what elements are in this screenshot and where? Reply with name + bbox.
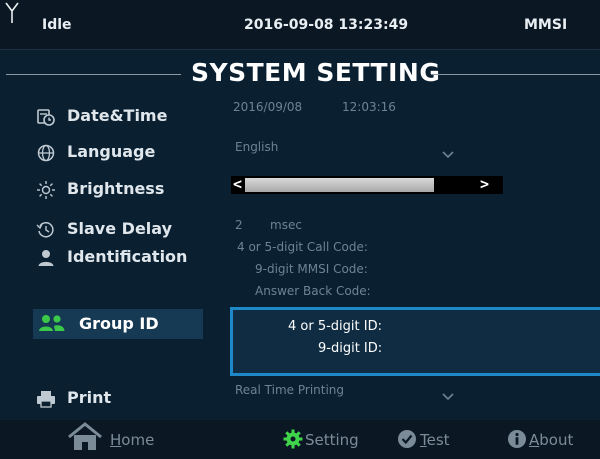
sun-icon (36, 180, 56, 200)
slave-delay-value[interactable]: 2 (235, 218, 243, 232)
menu-label-language: Language (67, 142, 156, 161)
person-icon (36, 248, 56, 268)
check-circle-icon (397, 429, 417, 453)
time-value[interactable]: 12:03:16 (342, 100, 396, 114)
title-row: SYSTEM SETTING (0, 56, 600, 92)
history-icon (36, 220, 56, 240)
menu-label-brightness: Brightness (67, 179, 165, 198)
slider-left-arrow[interactable]: < (233, 175, 242, 193)
menu-label-identification: Identification (67, 247, 188, 266)
group-id-4-5-digit-label: 4 or 5-digit ID: (288, 319, 382, 334)
chevron-down-icon[interactable] (442, 386, 454, 401)
group-id-9-digit-label: 9-digit ID: (318, 341, 383, 356)
title-divider-right (431, 74, 600, 75)
group-id-panel[interactable]: 4 or 5-digit ID: 9-digit ID: (230, 307, 600, 376)
slave-delay-unit: msec (270, 218, 302, 232)
chevron-down-icon[interactable] (442, 144, 454, 159)
menu-label-print: Print (67, 388, 112, 407)
status-bar: Idle 2016-09-08 13:23:49 MMSI (0, 0, 600, 50)
group-icon (38, 313, 65, 333)
nav-home-label: Home (110, 431, 155, 449)
home-icon (65, 422, 105, 456)
menu-label-date-time: Date&Time (67, 106, 168, 125)
date-value[interactable]: 2016/09/08 (233, 100, 302, 114)
printer-icon (36, 389, 56, 409)
nav-about-label: About (529, 431, 574, 449)
nav-about[interactable]: About (507, 428, 587, 452)
status-datetime: 2016-09-08 13:23:49 (244, 17, 409, 33)
clock-calendar-icon (36, 107, 56, 127)
mmsi-code-label: 9-digit MMSI Code: (255, 262, 368, 276)
menu-label-group-id: Group ID (79, 314, 159, 333)
page-title: SYSTEM SETTING (191, 58, 441, 87)
status-state: Idle (42, 17, 72, 33)
language-select[interactable]: English (235, 140, 278, 154)
antenna-icon (5, 2, 19, 28)
title-divider-left (6, 74, 181, 75)
gear-icon (283, 429, 303, 453)
nav-home[interactable]: Home (65, 422, 170, 452)
nav-setting[interactable]: Setting (283, 428, 383, 452)
globe-icon (36, 143, 56, 163)
call-code-label: 4 or 5-digit Call Code: (237, 240, 368, 254)
brightness-slider-fill (245, 178, 434, 192)
print-mode-select[interactable]: Real Time Printing (235, 383, 344, 397)
status-mmsi: MMSI (524, 17, 568, 33)
slider-right-arrow[interactable]: > (480, 175, 489, 193)
nav-test-label: Test (420, 431, 450, 449)
nav-test[interactable]: Test (397, 428, 469, 452)
menu-item-group-id[interactable]: Group ID (33, 309, 203, 339)
device-screen: Idle 2016-09-08 13:23:49 MMSI SYSTEM SET… (0, 0, 600, 459)
brightness-slider[interactable]: < > (231, 175, 503, 194)
nav-setting-label: Setting (305, 431, 359, 449)
answer-back-label: Answer Back Code: (255, 284, 371, 298)
info-icon (507, 429, 527, 453)
menu-label-slave-delay: Slave Delay (67, 219, 173, 238)
bottom-nav-bar: Home Setting Test About (0, 420, 600, 459)
